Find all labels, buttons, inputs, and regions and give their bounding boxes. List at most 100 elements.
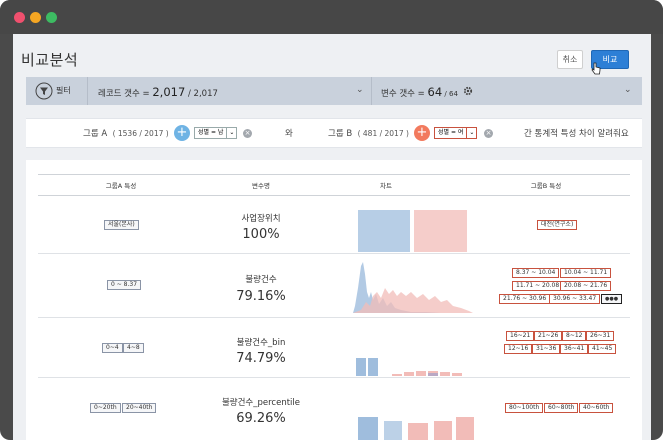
filter-bar: 필터 레코드 갯수 = 2,017 / 2,017 ⌄ 변수 갯수 = 64 /… [26,77,642,105]
record-count-total: / 2,017 [185,89,218,99]
app-window: 비교분석 취소 비교 필터 레코드 갯수 = 2,017 / 2,017 ⌄ 변… [0,0,663,440]
variable-name: 불량건수_bin [236,338,286,348]
filter-funnel-icon [35,82,53,100]
header-group-b: 그룹B 특성 [530,182,562,190]
pct-b-2 [408,423,428,440]
table-top-divider [38,174,630,175]
row-chart-percentile [358,417,474,440]
connector-text: 와 [285,129,293,139]
hist-b-6 [452,373,462,376]
minimize-window-button[interactable] [30,12,41,23]
maximize-window-button[interactable] [46,12,57,23]
group-a-condition-select[interactable]: 성별 = 남 ⌄ [194,127,238,139]
group-a-remove-icon[interactable]: × [243,129,252,138]
variable-percent: 100% [242,227,280,242]
row-divider [38,317,630,318]
group-b-condition-select[interactable]: 성별 = 여 ⌄ [434,127,478,139]
group-b-tag: 60~80th [544,403,579,413]
group-b-tag: 8.37 ~ 10.04 [512,268,560,278]
hist-b-3 [416,371,426,376]
hist-b-1 [392,374,402,376]
record-dropdown-chevron-icon[interactable]: ⌄ [356,85,364,95]
chevron-down-icon: ⌄ [226,128,236,138]
comparison-panel: 그룹A 특성 변수명 차트 그룹B 특성 서울(본사) 사업장위치 100% 대… [26,160,642,440]
variable-count: 변수 갯수 = 64 / 64 [381,85,458,99]
header-group-a: 그룹A 특성 [105,182,137,190]
hist-a-1 [356,358,366,376]
record-count-selected: 2,017 [152,85,186,99]
variable-count-total: / 64 [442,89,459,98]
hist-b-5 [440,372,450,376]
group-a-tag: 0~4 [102,343,123,353]
hist-overlap [428,373,438,376]
question-text: 간 통계적 특성 차이 알려줘요 [524,129,629,139]
group-b-tag: 41~45 [588,344,617,354]
group-b-add-icon[interactable]: + [414,125,430,141]
group-selection-bar: 그룹 A ( 1536 / 2017 ) + 성별 = 남 ⌄ × 와 그룹 B … [26,118,642,148]
group-b-tag: 20.08 ~ 21.76 [560,281,612,291]
variable-name: 사업장위치 [241,214,281,224]
hist-a-2 [368,358,378,376]
variable-count-prefix: 변수 갯수 = [381,89,428,99]
close-window-button[interactable] [14,12,25,23]
hist-b-2 [404,372,414,376]
group-a-title: 그룹 A [83,129,108,139]
main-content: 비교분석 취소 비교 필터 레코드 갯수 = 2,017 / 2,017 ⌄ 변… [13,34,651,440]
group-b-tag: 21~26 [534,331,563,341]
row-chart-histogram [356,358,462,376]
group-b-tag: 8~12 [562,331,587,341]
group-a-tag: 서울(본사) [104,220,139,230]
variable-name: 불량건수_percentile [221,398,301,408]
group-a-add-icon[interactable]: + [174,125,190,141]
title-bar [0,0,663,34]
group-b-title: 그룹 B [328,129,353,139]
record-count: 레코드 갯수 = 2,017 / 2,017 [98,85,218,99]
group-a-condition-value: 성별 = 남 [198,129,224,136]
variable-dropdown-chevron-icon[interactable]: ⌄ [624,85,632,95]
row-chart-density [353,262,473,313]
group-b-tag: 12~16 [504,344,533,354]
group-b-label: 그룹 B ( 481 / 2017 ) [328,127,409,139]
pct-b-1 [384,421,402,440]
group-b-count: ( 481 / 2017 ) [357,129,409,138]
variable-name: 불량건수 [245,275,277,285]
group-a-tag: 0~20th [90,403,121,413]
filter-label: 필터 [56,86,71,95]
group-b-tag: 40~60th [579,403,614,413]
gear-icon[interactable] [463,86,473,96]
group-b-tag: 30.96 ~ 33.47 [549,294,601,304]
group-b-tag: 21.76 ~ 30.96 [499,294,551,304]
filter-divider [371,77,372,105]
group-b-tag: 80~100th [505,403,544,413]
group-a-tag: 4~8 [123,343,144,353]
hand-cursor-icon [591,62,601,75]
group-b-tag: 26~31 [586,331,615,341]
header-variable: 변수명 [252,182,270,190]
group-b-tag: 10.04 ~ 11.71 [560,268,612,278]
pct-b-4 [456,417,474,440]
row-divider [38,377,630,378]
chevron-down-icon: ⌄ [466,128,476,138]
row-chart-bar [358,210,467,252]
group-b-remove-icon[interactable]: × [484,129,493,138]
more-tags-button[interactable]: ●●● [601,294,623,304]
chart-bar-b [414,210,467,252]
group-a-count: ( 1536 / 2017 ) [112,129,169,138]
group-b-tag: 36~41 [560,344,589,354]
filter-toggle[interactable]: 필터 [26,77,88,105]
group-a-tag: 20~40th [122,403,157,413]
variable-count-selected: 64 [427,85,443,99]
variable-percent: 79.16% [236,289,286,304]
group-a-label: 그룹 A ( 1536 / 2017 ) [83,127,169,139]
cancel-button[interactable]: 취소 [557,50,583,69]
row-divider [38,253,630,254]
header-divider [38,195,630,196]
variable-percent: 69.26% [236,411,286,426]
page-title: 비교분석 [21,51,79,69]
group-b-tag: 31~36 [532,344,561,354]
group-b-tag: 16~21 [506,331,535,341]
group-b-tag: 대전(연구소) [537,220,578,230]
group-b-condition-value: 성별 = 여 [438,129,464,136]
header-chart: 차트 [380,182,392,190]
variable-percent: 74.79% [236,351,286,366]
